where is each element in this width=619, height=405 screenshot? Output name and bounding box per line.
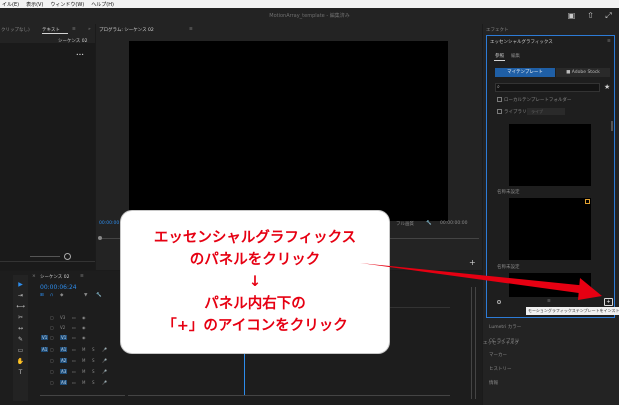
arrow-shaft: [360, 263, 588, 294]
arrow-head: [578, 278, 602, 300]
install-tooltip: モーショングラフィックステンプレートをインストール: [526, 307, 619, 315]
pointer-arrow: [360, 263, 602, 300]
